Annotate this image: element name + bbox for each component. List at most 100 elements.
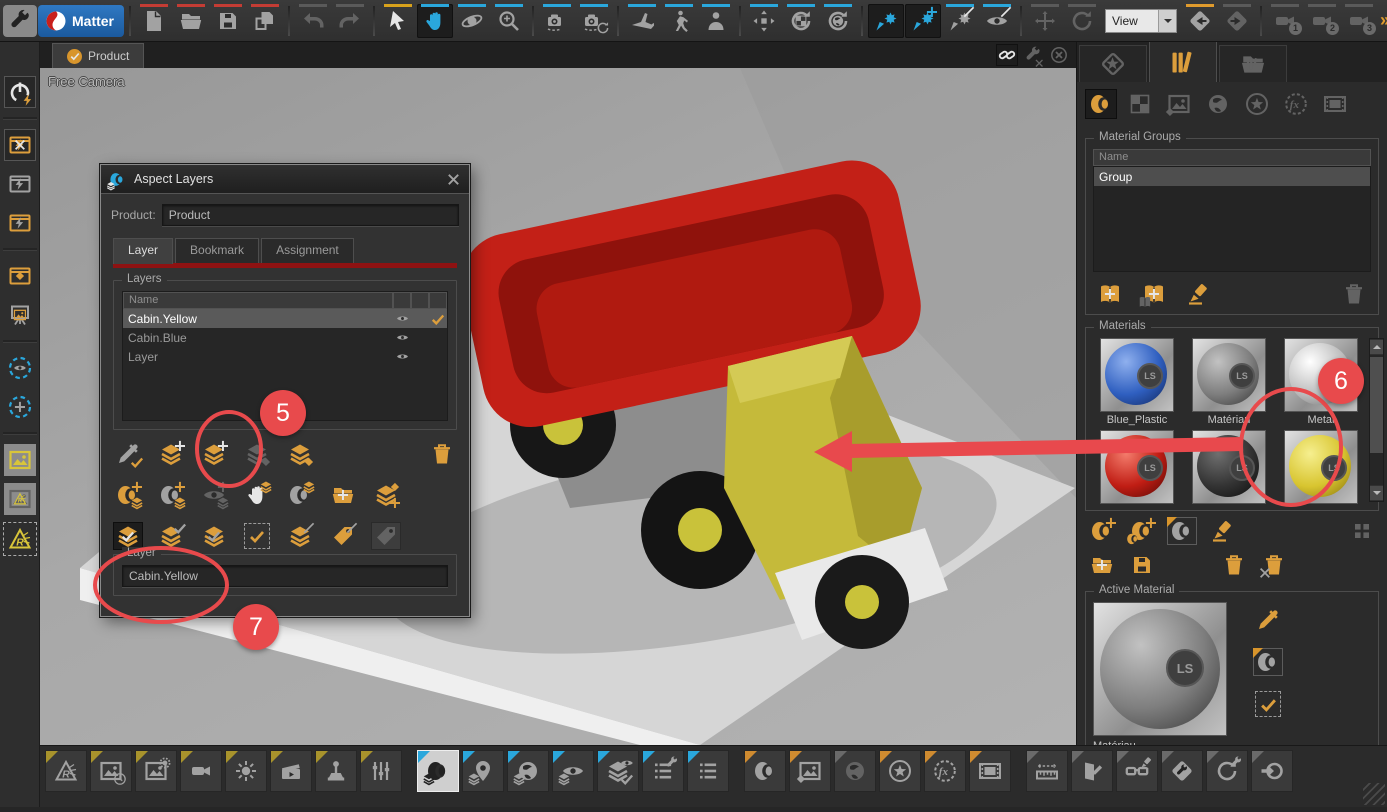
import-target-button[interactable] <box>1251 750 1293 792</box>
camera-slot-2-button[interactable]: 2 <box>1304 4 1340 38</box>
film-editor-button[interactable] <box>969 750 1011 792</box>
camera-slot-1-button[interactable]: 1 <box>1267 4 1303 38</box>
assign-active-material-button[interactable] <box>1253 690 1283 718</box>
reset-view-button[interactable] <box>1064 4 1100 38</box>
render-image-button[interactable]: R <box>4 483 36 515</box>
materials-scrollbar[interactable] <box>1369 338 1384 502</box>
pick-material-mode-button[interactable] <box>868 4 904 38</box>
visibility-column-header[interactable] <box>393 292 411 309</box>
visibility-eye-icon[interactable] <box>396 331 409 344</box>
pick-geometry-mode-button[interactable] <box>905 4 941 38</box>
save-button[interactable] <box>210 4 246 38</box>
render-power-button[interactable] <box>4 76 36 108</box>
category-fx-button[interactable]: fx <box>1280 89 1312 119</box>
deactivate-layer-button[interactable] <box>156 522 186 550</box>
add-material-to-layer-button[interactable] <box>113 481 143 509</box>
region-render-button[interactable] <box>4 260 36 292</box>
scene-tools-button[interactable] <box>1161 750 1203 792</box>
matter-app-button[interactable]: Matter <box>38 5 124 37</box>
pick-assign-layer-button[interactable] <box>113 440 143 468</box>
tab-library[interactable] <box>1149 41 1217 82</box>
group-row[interactable]: Group <box>1094 167 1370 186</box>
camera-orbit-button[interactable] <box>539 4 575 38</box>
position-variants-button[interactable] <box>462 750 504 792</box>
delete-group-button[interactable] <box>1339 280 1369 308</box>
presentation-button[interactable] <box>4 299 36 331</box>
layer-row-cabin-yellow[interactable]: Cabin.Yellow <box>123 309 447 328</box>
next-view-button[interactable] <box>1219 4 1255 38</box>
aspect-layers-button[interactable] <box>417 750 459 792</box>
fly-mode-button[interactable] <box>624 4 660 38</box>
pick-active-material-button[interactable] <box>1253 606 1283 634</box>
active-check-icon[interactable] <box>431 312 445 326</box>
window-raytrace-button[interactable] <box>4 207 36 239</box>
category-images-button[interactable] <box>1163 89 1195 119</box>
render-options-button[interactable] <box>135 750 177 792</box>
select-layer-content-button[interactable] <box>242 522 272 550</box>
turntable-tools-button[interactable] <box>1206 750 1248 792</box>
default-material-button[interactable] <box>1167 517 1197 545</box>
link-views-button[interactable] <box>996 44 1018 66</box>
grid-view-button[interactable] <box>1347 517 1377 545</box>
visibility-variants-button[interactable] <box>552 750 594 792</box>
render-region-button[interactable]: R <box>3 522 37 556</box>
camera-slot-3-button[interactable]: 3 <box>1341 4 1377 38</box>
category-environments-button[interactable] <box>1202 89 1234 119</box>
resize-grip[interactable] <box>1363 783 1385 805</box>
rename-group-button[interactable] <box>1183 280 1213 308</box>
scroll-up-arrow[interactable] <box>1370 340 1383 354</box>
add-layer-button[interactable] <box>156 440 186 468</box>
lighting-button[interactable] <box>225 750 267 792</box>
delete-material-button[interactable] <box>1219 551 1249 579</box>
layer-row-cabin-blue[interactable]: Cabin.Blue <box>123 328 447 347</box>
material-metal[interactable]: LS Metal <box>1277 338 1365 428</box>
tab-assignment[interactable]: Assignment <box>261 238 354 263</box>
environment-variants-button[interactable] <box>507 750 549 792</box>
pan-tool-button[interactable] <box>417 4 453 38</box>
fx-editor-button[interactable]: fx <box>924 750 966 792</box>
visibility-eye-icon[interactable] <box>396 350 409 363</box>
layer-name-field[interactable]: Cabin.Yellow <box>122 565 448 587</box>
scroll-down-arrow[interactable] <box>1370 486 1383 500</box>
visibility-eye-icon[interactable] <box>396 312 409 325</box>
translate-object-button[interactable] <box>746 4 782 38</box>
activate-layer-button[interactable] <box>113 522 143 550</box>
duplicate-material-button[interactable] <box>1127 517 1157 545</box>
clipping-plane-button[interactable] <box>1071 750 1113 792</box>
tab-bookmark[interactable]: Bookmark <box>175 238 259 263</box>
add-default-material-to-layer-button[interactable] <box>156 481 186 509</box>
dropdown-arrow-icon[interactable] <box>1158 10 1176 32</box>
viewport-tools-button[interactable] <box>1022 44 1044 66</box>
duplicate-group-button[interactable] <box>1139 280 1169 308</box>
dialog-title-bar[interactable]: Aspect Layers <box>101 165 469 194</box>
add-layer-from-selection-button[interactable] <box>199 440 229 468</box>
material-materiau[interactable]: LS Matériau <box>1185 338 1273 428</box>
material-blue-plastic[interactable]: LS Blue_Plastic <box>1093 338 1181 428</box>
rotate-world-button[interactable] <box>820 4 856 38</box>
render-queue-button[interactable] <box>90 750 132 792</box>
images-editor-button[interactable] <box>789 750 831 792</box>
group-layers-button[interactable] <box>371 481 401 509</box>
toolbar-overflow-button[interactable]: » <box>1380 10 1387 31</box>
environment-editor-button[interactable] <box>834 750 876 792</box>
cameras-button[interactable] <box>180 750 222 792</box>
layer-row-layer[interactable]: Layer <box>123 347 447 366</box>
add-group-button[interactable] <box>1095 280 1125 308</box>
category-effects-button[interactable] <box>1241 89 1273 119</box>
close-view-button[interactable] <box>1048 44 1070 66</box>
material-red[interactable]: LS <box>1093 430 1181 504</box>
groups-name-header[interactable]: Name <box>1093 149 1371 166</box>
navigation-button[interactable] <box>315 750 357 792</box>
configuration-wizard-button[interactable] <box>642 750 684 792</box>
category-animations-button[interactable] <box>1319 89 1351 119</box>
redo-button[interactable] <box>332 4 368 38</box>
toggle-layer-state-button[interactable] <box>199 522 229 550</box>
add-target-button[interactable] <box>4 391 36 423</box>
variant-sets-button[interactable] <box>597 750 639 792</box>
active-material-thumbnail[interactable]: LS <box>1093 602 1227 736</box>
add-visibility-to-layer-button[interactable] <box>199 481 229 509</box>
materials-editor-button[interactable] <box>744 750 786 792</box>
name-column-header[interactable]: Name <box>123 292 393 309</box>
select-tool-button[interactable] <box>380 4 416 38</box>
visibility-target-button[interactable] <box>4 352 36 384</box>
